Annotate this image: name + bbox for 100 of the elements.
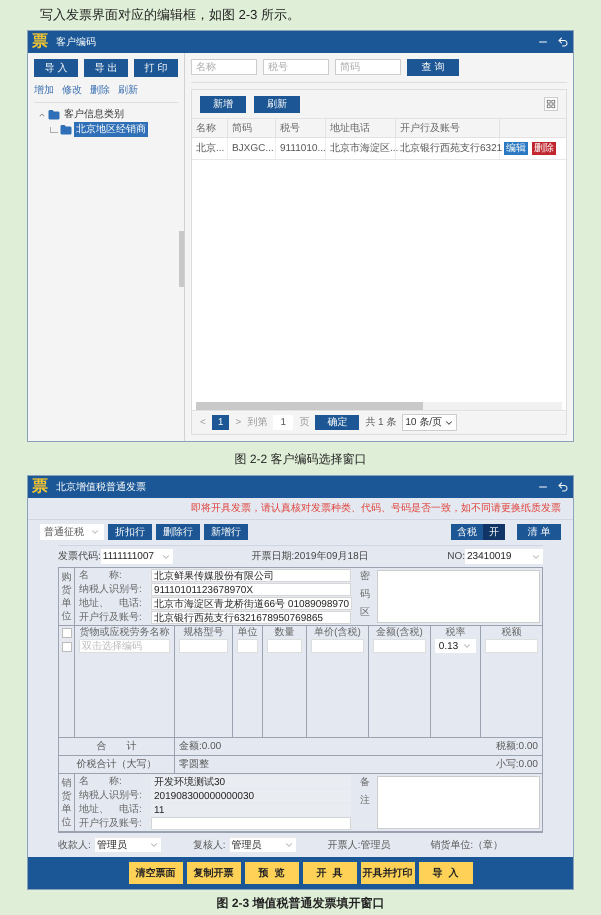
page-size-select[interactable]: 10 条/页	[402, 414, 458, 431]
text-field[interactable]	[151, 817, 351, 830]
search-field[interactable]: 简码	[335, 59, 401, 75]
checkbox[interactable]	[62, 628, 72, 638]
item-field[interactable]	[179, 639, 228, 653]
list-button[interactable]: 清 单	[517, 524, 561, 540]
column-header: 名称	[192, 119, 228, 137]
paragraph: 写入发票界面对应的编辑框，如图 2-3 所示。	[40, 6, 300, 24]
column-header: 单价(含税)	[314, 626, 361, 639]
toolbar-button[interactable]: 删除行	[156, 524, 200, 540]
action-button[interactable]: 清空票面	[128, 862, 182, 884]
columns-icon[interactable]	[544, 97, 558, 111]
column-header: 开户行及账号	[396, 119, 500, 137]
column-header: 规格型号	[184, 626, 224, 639]
edit-button[interactable]: 编辑	[504, 142, 528, 155]
field-label: 开户行及账号:	[79, 816, 143, 831]
number-select[interactable]: 23410019	[465, 549, 543, 564]
action-button[interactable]: 预 览	[244, 862, 298, 884]
text-field[interactable]: 开发环境测试30	[151, 775, 351, 788]
row-label: 合 计	[59, 738, 175, 755]
text-field[interactable]: 201908300000000030	[151, 789, 351, 802]
checkbox[interactable]	[62, 642, 72, 652]
field-label: 开户行及账号:	[79, 610, 143, 625]
notes-area[interactable]	[377, 776, 540, 829]
toolbar-button[interactable]: 打 印	[134, 59, 178, 77]
back-icon[interactable]	[557, 481, 569, 493]
search-field[interactable]: 名称	[191, 59, 257, 75]
tree-item[interactable]: 客户信息类别	[62, 107, 126, 122]
item-name-field[interactable]: 双击选择编码	[79, 639, 170, 653]
section-label: 备注	[359, 776, 371, 808]
notice-text: 即将开具发票，请认真核对发票种类、代码、号码是否一致，如不同请更换纸质发票	[191, 502, 561, 516]
item-field[interactable]	[311, 639, 364, 653]
page-unit-label: 页	[299, 416, 310, 430]
action-link[interactable]: 修改	[62, 83, 82, 98]
payee-select[interactable]: 管理员	[94, 838, 161, 852]
toolbar-button[interactable]: 折扣行	[108, 524, 152, 540]
text-field[interactable]: 11	[151, 803, 351, 816]
field-label: 地址、 电话:	[79, 802, 143, 817]
code-select[interactable]: 1111111007	[100, 549, 173, 564]
confirm-button[interactable]: 确定	[315, 415, 360, 430]
text-field[interactable]: 北京鲜果传媒股份有限公司	[151, 569, 351, 582]
query-button[interactable]: 查 询	[407, 59, 459, 76]
reviewer-select[interactable]: 管理员	[230, 838, 296, 852]
toolbar-button[interactable]: 导 出	[84, 59, 128, 77]
amount-total: 金额:0.00	[179, 740, 222, 754]
amount-in-words: 零圆整	[179, 758, 209, 772]
item-field[interactable]	[237, 639, 258, 653]
item-field[interactable]	[373, 639, 426, 653]
total-count: 共 1 条	[365, 416, 396, 430]
delete-button[interactable]: 删除	[532, 142, 556, 155]
folder-icon	[48, 108, 60, 120]
action-button[interactable]: 开具并打印	[360, 862, 414, 884]
tree-item[interactable]: 北京地区经销商	[74, 122, 148, 137]
action-link[interactable]: 增加	[34, 83, 54, 98]
toolbar-button[interactable]: 导 入	[34, 59, 78, 77]
back-icon[interactable]	[557, 36, 569, 48]
column-header: 单位	[238, 626, 258, 639]
column-header: 货物或应税劳务名称	[80, 626, 170, 639]
field-label: 名 称:	[79, 775, 123, 789]
invoice-date: 开票日期:2019年09月18日	[251, 550, 369, 564]
action-link[interactable]: 刷新	[118, 83, 138, 98]
section-label: 密码区	[359, 570, 371, 620]
column-header: 税率	[446, 626, 466, 639]
toolbar-button[interactable]: 新增行	[204, 524, 248, 540]
field-label: NO:	[447, 550, 465, 564]
column-header: 数量	[274, 626, 294, 639]
text-field[interactable]: 91110101123678970X	[151, 583, 351, 596]
action-button[interactable]: 复制开票	[186, 862, 240, 884]
window-title: 客户编码	[56, 36, 96, 50]
page-number[interactable]: 1	[212, 415, 230, 430]
table-cell: 北京市海淀区...	[326, 138, 396, 159]
window-title: 北京增值税普通发票	[56, 480, 146, 494]
goto-label: 到第	[247, 416, 268, 430]
column-header: 简码	[228, 119, 276, 137]
text-field[interactable]: 北京市海淀区青龙桥街道66号 01089098970	[151, 597, 352, 610]
row-label: 价税合计（大写）	[59, 756, 175, 773]
folder-icon	[60, 124, 72, 136]
action-button[interactable]: 导 入	[418, 862, 472, 884]
column-header: 税额	[502, 626, 522, 639]
page-field[interactable]: 1	[273, 415, 294, 430]
item-field[interactable]	[485, 639, 538, 653]
action-link[interactable]: 删除	[90, 83, 110, 98]
text-field[interactable]: 北京银行西苑支行6321678950769865	[151, 611, 351, 624]
tax-rate-select[interactable]: 0.13	[435, 639, 476, 653]
type-select[interactable]: 普通征税	[40, 524, 104, 540]
toolbar-button[interactable]: 新增	[200, 96, 246, 112]
search-field[interactable]: 税号	[263, 59, 329, 75]
table-cell: 北京银行西苑支行6321	[396, 138, 500, 159]
figure-caption: 图 2-3 增值税普通发票填开窗口	[216, 894, 384, 912]
section-label: 销货单位	[59, 774, 75, 831]
field-label: 纳税人识别号:	[79, 788, 143, 803]
item-field[interactable]	[267, 639, 302, 653]
issuer-text: 开票人:管理员	[328, 838, 390, 852]
tax-total: 税额:0.00	[496, 740, 538, 754]
notes-area[interactable]	[377, 570, 540, 623]
amount-in-figures: 小写:0.00	[496, 758, 538, 772]
action-button[interactable]: 开 具	[302, 862, 356, 884]
toolbar-button[interactable]: 刷新	[254, 96, 300, 112]
table-cell: 北京...	[192, 138, 228, 159]
field-label: 发票代码:	[58, 550, 101, 564]
